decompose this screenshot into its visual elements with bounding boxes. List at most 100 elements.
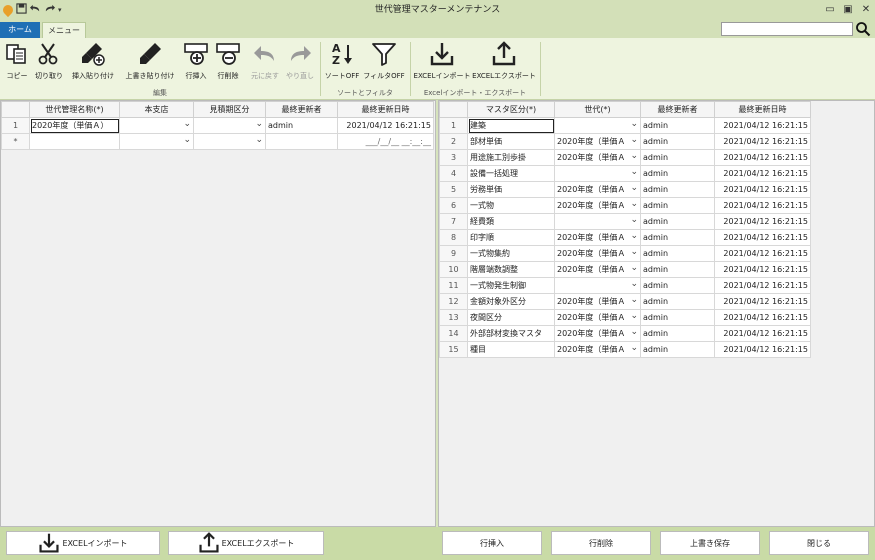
table-row[interactable]: 1 2020年度（単価Ａ） admin 2021/04/12 16:21:15 <box>1 117 434 134</box>
minimize-button[interactable]: ▭ <box>821 0 839 20</box>
table-row[interactable]: 3用途施工別歩掛2020年度（単価Ａadmin2021/04/12 16:21:… <box>439 149 811 166</box>
category-cell[interactable]: 一式物発生制御 <box>467 277 555 294</box>
tab-home[interactable]: ホーム <box>0 22 40 38</box>
table-row[interactable]: 11一式物発生制御 admin2021/04/12 16:21:15 <box>439 277 811 294</box>
table-row[interactable]: 1建築 admin2021/04/12 16:21:15 <box>439 117 811 134</box>
generation-dropdown[interactable]: 2020年度（単価Ａ <box>554 309 641 326</box>
generation-dropdown[interactable]: 2020年度（単価Ａ <box>554 245 641 262</box>
name-cell[interactable]: 2020年度（単価Ａ） <box>29 117 120 134</box>
title-bar: ▾ 世代管理マスターメンテナンス ▭ ▣ ✕ <box>0 0 875 20</box>
undo-button[interactable]: 元に戻す <box>247 40 283 88</box>
generation-dropdown[interactable]: 2020年度（単価Ａ <box>554 229 641 246</box>
updater-cell: admin <box>640 245 715 262</box>
table-row[interactable]: 7経費類 admin2021/04/12 16:21:15 <box>439 213 811 230</box>
date-mask-cell[interactable]: ___/__/__ __:__:__ <box>337 133 434 150</box>
tab-menu[interactable]: メニュー <box>42 22 86 38</box>
generation-dropdown[interactable]: 2020年度（単価Ａ <box>554 133 641 150</box>
overwrite-paste-button[interactable]: 上書き貼り付け <box>120 40 180 88</box>
generation-dropdown[interactable] <box>554 165 641 182</box>
overwrite-paste-label: 上書き貼り付け <box>125 72 175 80</box>
table-row[interactable]: 15種目2020年度（単価Ａadmin2021/04/12 16:21:15 <box>439 341 811 358</box>
period-dropdown[interactable] <box>193 133 266 150</box>
generation-dropdown[interactable] <box>554 117 641 134</box>
save-icon[interactable] <box>16 3 27 17</box>
corner-header <box>1 101 30 118</box>
redo-button[interactable]: やり直し <box>284 40 316 88</box>
category-cell[interactable]: 外部部材変換マスタ <box>467 325 555 342</box>
updated-at-cell: 2021/04/12 16:21:15 <box>714 181 811 198</box>
table-row[interactable]: 5労務単価2020年度（単価Ａadmin2021/04/12 16:21:15 <box>439 181 811 198</box>
branch-dropdown[interactable] <box>119 133 194 150</box>
save-button[interactable]: 上書き保存 <box>660 531 760 555</box>
table-row[interactable]: 2部材単価2020年度（単価Ａadmin2021/04/12 16:21:15 <box>439 133 811 150</box>
qat-customize-icon[interactable]: ▾ <box>58 6 62 14</box>
row-insert-bottom-button[interactable]: 行挿入 <box>442 531 542 555</box>
category-cell[interactable]: 一式物集約 <box>467 245 555 262</box>
table-row[interactable]: 12金額対象外区分2020年度（単価Ａadmin2021/04/12 16:21… <box>439 293 811 310</box>
category-cell[interactable]: 夜間区分 <box>467 309 555 326</box>
generation-dropdown[interactable]: 2020年度（単価Ａ <box>554 149 641 166</box>
column-header[interactable]: 本支店 <box>119 101 194 118</box>
category-cell[interactable]: 用途施工別歩掛 <box>467 149 555 166</box>
new-row[interactable]: * ___/__/__ __:__:__ <box>1 133 434 150</box>
excel-import-button[interactable]: EXCELインポート <box>6 531 160 555</box>
row-delete-button[interactable]: 行削除 <box>213 40 243 88</box>
column-header[interactable]: 最終更新者 <box>640 101 715 118</box>
table-row[interactable]: 10階層端数調整2020年度（単価Ａadmin2021/04/12 16:21:… <box>439 261 811 278</box>
period-dropdown[interactable] <box>193 117 266 134</box>
category-cell[interactable]: 金額対象外区分 <box>467 293 555 310</box>
filter-off-button[interactable]: フィルタOFF <box>362 40 406 88</box>
column-header[interactable]: マスタ区分(*) <box>467 101 555 118</box>
category-cell[interactable]: 印字順 <box>467 229 555 246</box>
category-cell[interactable]: 設備一括処理 <box>467 165 555 182</box>
redo-icon[interactable] <box>44 3 55 17</box>
category-cell[interactable]: 労務単価 <box>467 181 555 198</box>
column-header[interactable]: 最終更新日時 <box>337 101 434 118</box>
generation-dropdown[interactable] <box>554 277 641 294</box>
search-input[interactable] <box>721 22 853 36</box>
close-window-button[interactable]: ✕ <box>857 0 875 20</box>
category-cell[interactable]: 経費類 <box>467 213 555 230</box>
close-button[interactable]: 閉じる <box>769 531 869 555</box>
updated-at-cell: 2021/04/12 16:21:15 <box>714 117 811 134</box>
table-row[interactable]: 4設備一括処理 admin2021/04/12 16:21:15 <box>439 165 811 182</box>
generation-dropdown[interactable]: 2020年度（単価Ａ <box>554 293 641 310</box>
ribbon-excel-export-button[interactable]: EXCELエクスポート <box>472 40 536 88</box>
generation-dropdown[interactable]: 2020年度（単価Ａ <box>554 341 641 358</box>
search-icon[interactable] <box>855 21 873 37</box>
category-cell[interactable]: 部材単価 <box>467 133 555 150</box>
category-cell[interactable]: 建築 <box>467 117 555 134</box>
table-row[interactable]: 14外部部材変換マスタ2020年度（単価Ａadmin2021/04/12 16:… <box>439 325 811 342</box>
category-cell[interactable]: 階層端数調整 <box>467 261 555 278</box>
name-cell[interactable] <box>29 133 120 150</box>
table-row[interactable]: 9一式物集約2020年度（単価Ａadmin2021/04/12 16:21:15 <box>439 245 811 262</box>
row-delete-bottom-button[interactable]: 行削除 <box>551 531 651 555</box>
column-header[interactable]: 最終更新日時 <box>714 101 811 118</box>
table-row[interactable]: 13夜間区分2020年度（単価Ａadmin2021/04/12 16:21:15 <box>439 309 811 326</box>
undo-icon[interactable] <box>30 3 41 17</box>
generation-dropdown[interactable]: 2020年度（単価Ａ <box>554 261 641 278</box>
category-cell[interactable]: 一式物 <box>467 197 555 214</box>
table-row[interactable]: 8印字順2020年度（単価Ａadmin2021/04/12 16:21:15 <box>439 229 811 246</box>
column-header[interactable]: 世代(*) <box>554 101 641 118</box>
category-cell[interactable]: 種目 <box>467 341 555 358</box>
row-insert-button[interactable]: 行挿入 <box>181 40 211 88</box>
sort-off-button[interactable]: AZ ソートOFF <box>324 40 360 88</box>
branch-dropdown[interactable] <box>119 117 194 134</box>
cut-button[interactable]: 切り取り <box>32 40 66 88</box>
column-header[interactable]: 最終更新者 <box>265 101 338 118</box>
updated-at-cell: 2021/04/12 16:21:15 <box>714 229 811 246</box>
ribbon-excel-import-button[interactable]: EXCELインポート <box>414 40 470 88</box>
generation-dropdown[interactable] <box>554 213 641 230</box>
copy-button[interactable]: コピー <box>2 40 32 88</box>
column-header[interactable]: 世代管理名称(*) <box>29 101 120 118</box>
generation-dropdown[interactable]: 2020年度（単価Ａ <box>554 181 641 198</box>
generation-dropdown[interactable]: 2020年度（単価Ａ <box>554 197 641 214</box>
column-header[interactable]: 見積期区分 <box>193 101 266 118</box>
excel-export-button[interactable]: EXCELエクスポート <box>168 531 324 555</box>
updated-at-cell: 2021/04/12 16:21:15 <box>714 341 811 358</box>
maximize-button[interactable]: ▣ <box>839 0 857 20</box>
insert-paste-button[interactable]: 挿入貼り付け <box>68 40 118 88</box>
table-row[interactable]: 6一式物2020年度（単価Ａadmin2021/04/12 16:21:15 <box>439 197 811 214</box>
generation-dropdown[interactable]: 2020年度（単価Ａ <box>554 325 641 342</box>
